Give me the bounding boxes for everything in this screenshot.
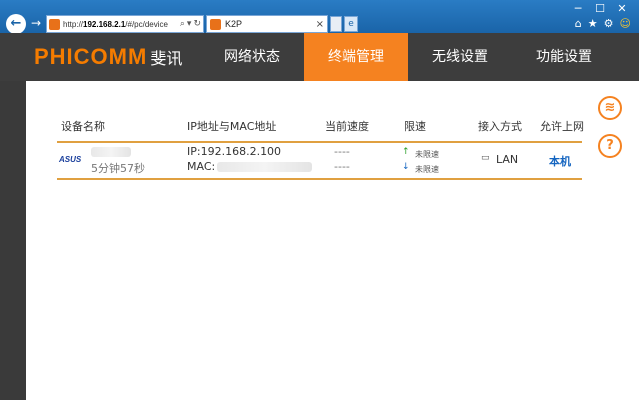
download-arrow-icon: ↓ bbox=[402, 162, 410, 172]
router-admin-page: PHICOMM 斐讯 网络状态 终端管理 无线设置 功能设置 bbox=[0, 33, 639, 400]
address-url: http://192.168.2.1/#/pc/device bbox=[63, 19, 168, 29]
tab-title: K2P bbox=[225, 19, 243, 29]
back-button[interactable]: ← bbox=[6, 14, 26, 34]
top-nav: PHICOMM 斐讯 网络状态 终端管理 无线设置 功能设置 bbox=[0, 33, 639, 81]
upload-arrow-icon: ↑ bbox=[402, 147, 410, 157]
nav-network-status[interactable]: 网络状态 bbox=[200, 33, 304, 81]
settings-gear-icon[interactable]: ⚙ bbox=[604, 17, 614, 30]
device-name-blurred bbox=[91, 145, 131, 158]
tab-favicon-icon bbox=[210, 18, 221, 30]
right-sidebar bbox=[612, 81, 639, 400]
browser-tools: ⌂ ★ ⚙ ☺ bbox=[575, 17, 631, 30]
refresh-icon[interactable]: ↻ bbox=[193, 19, 201, 29]
feedback-smiley-icon[interactable]: ☺ bbox=[620, 17, 631, 30]
nav-terminal-management[interactable]: 终端管理 bbox=[304, 33, 408, 81]
new-tab-button[interactable] bbox=[330, 16, 342, 32]
nav-wireless-settings[interactable]: 无线设置 bbox=[408, 33, 512, 81]
header-access-method: 接入方式 bbox=[478, 120, 522, 133]
site-favicon-icon bbox=[49, 18, 60, 30]
browser-tab[interactable]: K2P × bbox=[206, 15, 328, 33]
header-divider bbox=[57, 141, 582, 143]
favorites-icon[interactable]: ★ bbox=[588, 17, 598, 30]
content-panel bbox=[26, 81, 612, 400]
maximize-icon[interactable]: ☐ bbox=[589, 2, 611, 16]
home-icon[interactable]: ⌂ bbox=[575, 17, 582, 30]
header-ip-mac: IP地址与MAC地址 bbox=[187, 120, 277, 133]
help-icon[interactable]: ? bbox=[598, 134, 622, 158]
nav-function-settings[interactable]: 功能设置 bbox=[512, 33, 616, 81]
close-tab-icon[interactable]: × bbox=[316, 19, 324, 30]
row-divider bbox=[57, 178, 582, 180]
address-bar[interactable]: http://192.168.2.1/#/pc/device ⌕ ▾ ↻ bbox=[46, 15, 204, 33]
ip-address: IP:192.168.2.100 bbox=[187, 145, 282, 158]
phicomm-logo: PHICOMM 斐讯 bbox=[34, 44, 183, 69]
header-speed-limit: 限速 bbox=[404, 120, 426, 133]
asus-brand-icon: ASUS bbox=[59, 155, 82, 164]
allow-internet-status: 本机 bbox=[549, 155, 571, 168]
forward-button[interactable]: → bbox=[31, 16, 41, 30]
header-allow-internet: 允许上网 bbox=[540, 120, 584, 133]
download-speed: ---- bbox=[334, 160, 350, 173]
access-type: LAN bbox=[496, 153, 519, 166]
dropdown-icon[interactable]: ▾ bbox=[187, 19, 192, 29]
window-controls: ─ ☐ ✕ bbox=[567, 2, 633, 16]
connected-duration: 5分钟57秒 bbox=[91, 162, 145, 175]
upload-speed: ---- bbox=[334, 145, 350, 158]
compatibility-view-icon[interactable]: e bbox=[344, 16, 358, 32]
browser-chrome: ← → http://192.168.2.1/#/pc/device ⌕ ▾ ↻… bbox=[0, 0, 639, 34]
upload-limit[interactable]: 未限速 bbox=[415, 149, 439, 160]
close-window-icon[interactable]: ✕ bbox=[611, 2, 633, 16]
download-limit[interactable]: 未限速 bbox=[415, 164, 439, 175]
minimize-icon[interactable]: ─ bbox=[567, 2, 589, 16]
mac-address: MAC: bbox=[187, 160, 313, 173]
lan-port-icon: ▭ bbox=[481, 153, 490, 163]
search-icon[interactable]: ⌕ bbox=[180, 19, 185, 29]
router-wifi-icon[interactable]: ≋ bbox=[598, 96, 622, 120]
header-device-name: 设备名称 bbox=[61, 120, 105, 133]
header-current-speed: 当前速度 bbox=[325, 120, 369, 133]
